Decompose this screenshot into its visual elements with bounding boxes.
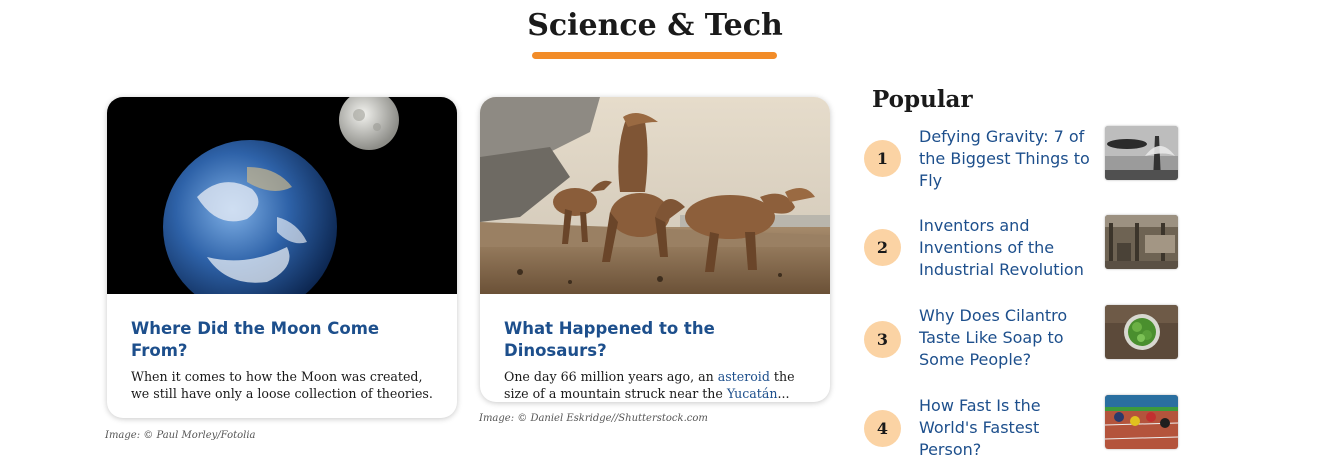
asteroid-link[interactable]: asteroid xyxy=(718,369,770,384)
factory-thumbnail[interactable] xyxy=(1105,215,1178,269)
rank-badge: 4 xyxy=(864,410,901,447)
rank-badge: 3 xyxy=(864,321,901,358)
rank-badge: 1 xyxy=(864,140,901,177)
popular-item[interactable]: 1 Defying Gravity: 7 of the Biggest Thin… xyxy=(864,126,1184,196)
section-title: Science & Tech xyxy=(527,8,783,43)
airship-thumbnail[interactable] xyxy=(1105,126,1178,180)
card-description: When it comes to how the Moon was create… xyxy=(131,369,433,401)
moon-earth-image[interactable] xyxy=(107,97,457,294)
card-title-link[interactable]: What Happened to the Dinosaurs? xyxy=(504,318,806,362)
popular-item-link[interactable]: Why Does Cilantro Taste Like Soap to Som… xyxy=(919,305,1097,371)
popular-item[interactable]: 3 Why Does Cilantro Taste Like Soap to S… xyxy=(864,305,1184,375)
dinosaurs-image[interactable] xyxy=(480,97,830,294)
yucatan-link[interactable]: Yucatán xyxy=(727,386,778,401)
article-card-dinosaurs[interactable]: What Happened to the Dinosaurs? One day … xyxy=(480,97,830,402)
popular-item-link[interactable]: Inventors and Inventions of the Industri… xyxy=(919,215,1097,281)
section-title-underline xyxy=(532,52,777,59)
sprinters-thumbnail[interactable] xyxy=(1105,395,1178,449)
popular-item-link[interactable]: How Fast Is the World's Fastest Person? xyxy=(919,395,1097,461)
popular-item-link[interactable]: Defying Gravity: 7 of the Biggest Things… xyxy=(919,126,1097,192)
image-credit: Image: © Daniel Eskridge//Shutterstock.c… xyxy=(479,413,708,424)
popular-heading: Popular xyxy=(872,86,973,113)
article-card-moon[interactable]: Where Did the Moon Come From? When it co… xyxy=(107,97,457,418)
rank-badge: 2 xyxy=(864,229,901,266)
card-description: One day 66 million years ago, an asteroi… xyxy=(504,369,795,401)
popular-item[interactable]: 4 How Fast Is the World's Fastest Person… xyxy=(864,395,1184,465)
card-title-link[interactable]: Where Did the Moon Come From? xyxy=(131,318,433,362)
popular-item[interactable]: 2 Inventors and Inventions of the Indust… xyxy=(864,215,1184,285)
image-credit: Image: © Paul Morley/Fotolia xyxy=(105,430,256,441)
cilantro-thumbnail[interactable] xyxy=(1105,305,1178,359)
